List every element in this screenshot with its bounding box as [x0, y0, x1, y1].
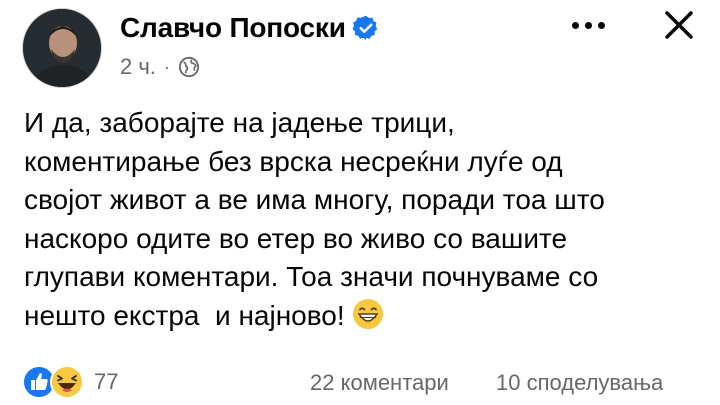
post-text: И да, заборајте на јадење трици, коменти…: [24, 104, 714, 335]
meta-separator: ·: [163, 56, 170, 77]
post-meta: 2 ч. ·: [120, 52, 200, 82]
comments-count-link[interactable]: 22 коментари: [310, 370, 449, 396]
post-text-line: својот живот а ве има многу, поради тоа …: [24, 184, 605, 215]
post-text-last-line: нешто екстра и најново!: [24, 297, 714, 336]
post-text-line: коментирање без врска несреќни луѓе од: [24, 145, 563, 177]
verified-badge-icon: [352, 14, 380, 42]
post-text-line: глупави коментари. Тоа значи почнуваме с…: [24, 261, 599, 292]
author-avatar[interactable]: [22, 8, 102, 88]
post-text-line: нешто екстра и најново!: [24, 299, 345, 331]
globe-icon: [178, 56, 200, 78]
reaction-count: 77: [94, 369, 119, 394]
engagement-bar: 77 22 коментари 10 споделувања: [0, 362, 720, 402]
grinning-emoji-icon: [352, 298, 384, 330]
post-author[interactable]: Славчо Попоски: [120, 8, 380, 48]
more-options-icon[interactable]: [568, 10, 608, 40]
post-time[interactable]: 2 ч.: [120, 54, 156, 80]
close-icon[interactable]: [656, 2, 702, 48]
author-name[interactable]: Славчо Попоски: [120, 12, 346, 44]
reactions-summary[interactable]: 77: [22, 364, 118, 400]
post-text-line: И да, заборајте на јадење трици,: [24, 107, 455, 138]
avatar-photo: [23, 9, 101, 87]
post-text-line: наскоро одите во етер во живо со вашите: [24, 222, 568, 254]
shares-count-link[interactable]: 10 споделувања: [496, 370, 663, 396]
haha-reaction-icon: [50, 365, 84, 399]
